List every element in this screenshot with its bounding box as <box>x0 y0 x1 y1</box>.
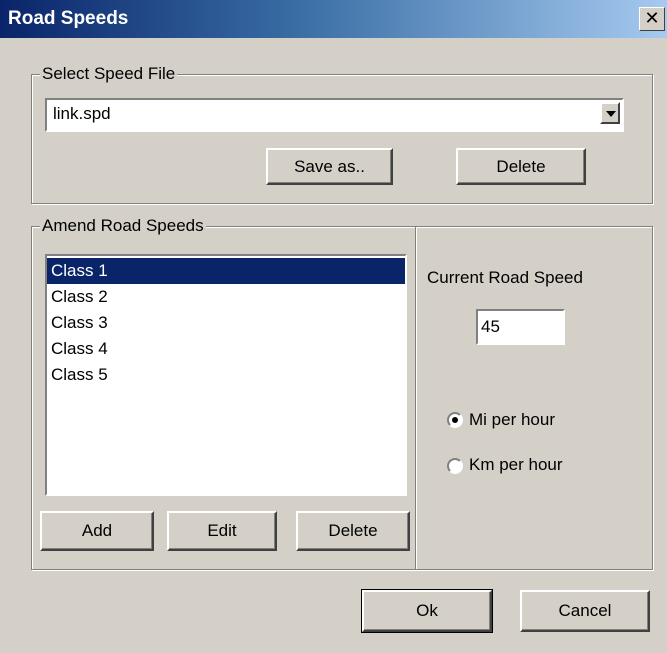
km-per-hour-label[interactable]: Km per hour <box>469 455 563 475</box>
km-per-hour-radio[interactable] <box>447 458 463 474</box>
amend-road-speeds-legend: Amend Road Speeds <box>40 216 206 236</box>
mi-per-hour-radio[interactable] <box>447 412 463 428</box>
current-speed-input[interactable]: 45 <box>476 309 565 345</box>
speed-file-value: link.spd <box>53 104 111 123</box>
add-button[interactable]: Add <box>40 511 154 551</box>
road-class-item[interactable]: Class 3 <box>47 310 405 336</box>
mi-per-hour-label[interactable]: Mi per hour <box>469 410 555 430</box>
delete-file-label: Delete <box>496 157 546 176</box>
save-as-label: Save as.. <box>294 157 365 176</box>
edit-label: Edit <box>207 521 237 540</box>
ok-button[interactable]: Ok <box>361 589 493 633</box>
dropdown-arrow-icon[interactable] <box>600 102 620 124</box>
speed-file-combobox[interactable]: link.spd <box>45 98 624 132</box>
road-class-item[interactable]: Class 2 <box>47 284 405 310</box>
road-class-item[interactable]: Class 1 <box>47 258 405 284</box>
edit-button[interactable]: Edit <box>167 511 277 551</box>
current-road-speed-label: Current Road Speed <box>427 268 583 287</box>
window-title: Road Speeds <box>8 8 129 29</box>
cancel-label: Cancel <box>558 601 612 620</box>
delete-file-button[interactable]: Delete <box>456 148 586 185</box>
select-speed-file-legend: Select Speed File <box>40 64 178 84</box>
close-icon: ✕ <box>644 8 660 28</box>
cancel-button[interactable]: Cancel <box>520 590 650 632</box>
current-speed-value: 45 <box>481 317 500 336</box>
road-class-item[interactable]: Class 5 <box>47 362 405 388</box>
road-class-item[interactable]: Class 4 <box>47 336 405 362</box>
road-class-listbox[interactable]: Class 1 Class 2 Class 3 Class 4 Class 5 <box>45 254 407 496</box>
add-label: Add <box>81 521 113 540</box>
group-divider <box>415 227 416 569</box>
ok-label: Ok <box>416 601 438 620</box>
save-as-button[interactable]: Save as.. <box>266 148 393 185</box>
close-button[interactable]: ✕ <box>639 7 665 31</box>
delete-class-label: Delete <box>328 521 378 540</box>
road-class-list: Class 1 Class 2 Class 3 Class 4 Class 5 <box>47 256 405 388</box>
delete-class-button[interactable]: Delete <box>296 511 410 551</box>
title-bar: Road Speeds ✕ <box>0 0 667 38</box>
